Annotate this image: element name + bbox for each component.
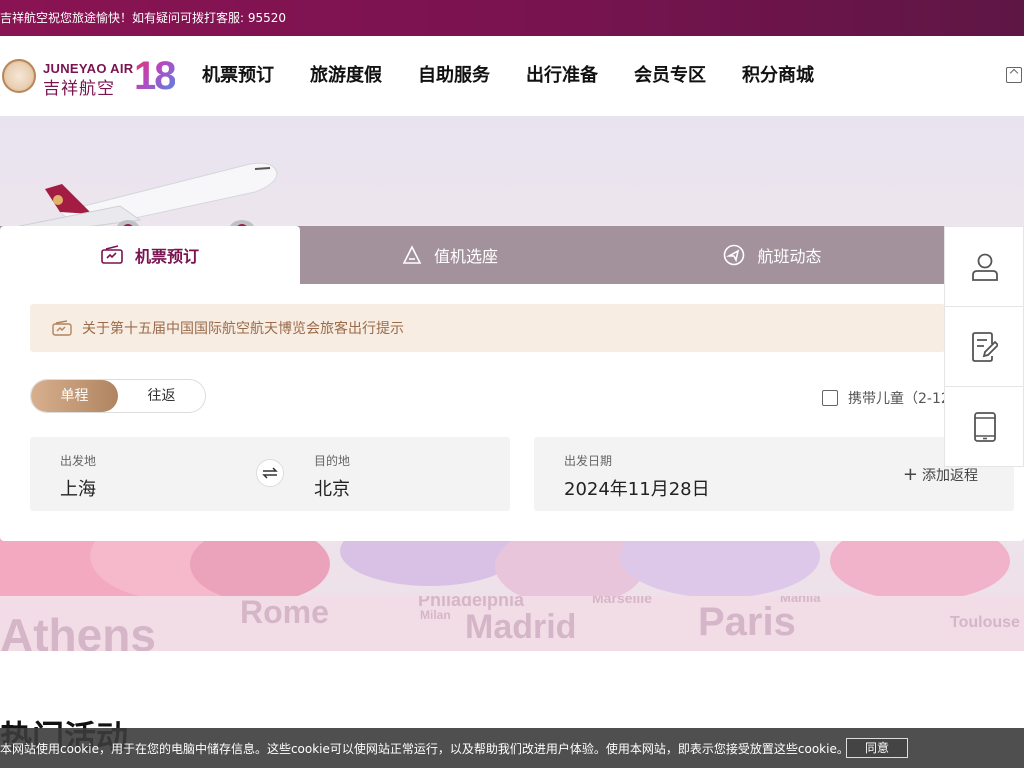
side-tool-edit[interactable]	[945, 307, 1024, 387]
anniversary-badge: 18	[134, 54, 176, 98]
cookie-accept-button[interactable]: 同意	[846, 738, 908, 758]
tab-label: 机票预订	[134, 247, 199, 266]
date-label: 出发日期	[564, 454, 613, 468]
swap-icon	[262, 467, 278, 479]
city-names-backdrop: Athens Rome Philadelphia Marseille Madri…	[0, 596, 1024, 651]
swap-cities-button[interactable]	[256, 459, 284, 487]
upload-icon[interactable]	[1006, 67, 1022, 83]
destination-label: 目的地	[314, 454, 351, 468]
site-logo[interactable]: JUNEYAO AIR 吉祥航空 18	[0, 54, 180, 99]
departure-date-input[interactable]: 2024年11月28日	[564, 475, 710, 501]
cookie-text: 本网站使用cookie，用于在您的电脑中储存信息。这些cookie可以使网站正常…	[0, 741, 849, 756]
add-return-button[interactable]: + 添加返程	[903, 465, 978, 485]
notice-ticket-icon	[52, 320, 72, 336]
child-option-label: 携带儿童（2-12	[848, 391, 950, 407]
city-text: Marseille	[592, 596, 652, 606]
origin-input[interactable]: 上海	[60, 475, 96, 501]
city-text: Athens	[0, 609, 156, 651]
child-option[interactable]: 携带儿童（2-12	[822, 388, 950, 408]
logo-emblem-icon	[2, 59, 36, 93]
city-text: Manila	[780, 596, 821, 605]
mobile-icon	[974, 412, 996, 442]
trip-round-trip[interactable]: 往返	[118, 380, 205, 412]
travel-notice[interactable]: 关于第十五届中国国际航空航天博览会旅客出行提示	[30, 304, 945, 352]
logo-chinese-name: 吉祥航空	[43, 79, 115, 99]
tab-flight-booking[interactable]: 机票预订	[0, 226, 300, 284]
flight-status-icon	[724, 244, 745, 266]
top-announcement-bar: 吉祥航空祝您旅途愉快！如有疑问可拨打客服: 95520	[0, 0, 1024, 36]
date-field: 出发日期 2024年11月28日 + 添加返程	[534, 437, 1014, 511]
nav-item-travel-prep[interactable]: 出行准备	[526, 36, 598, 116]
nav-item-self-service[interactable]: 自助服务	[418, 36, 490, 116]
trip-one-way[interactable]: 单程	[31, 380, 118, 412]
nav-item-membership[interactable]: 会员专区	[634, 36, 706, 116]
nav-item-holidays[interactable]: 旅游度假	[310, 36, 382, 116]
city-text: Toulouse	[950, 614, 1020, 631]
edit-note-icon	[972, 331, 998, 362]
notice-text: 关于第十五届中国国际航空航天博览会旅客出行提示	[82, 321, 404, 337]
plus-icon: +	[902, 464, 918, 485]
side-toolbar	[944, 226, 1024, 467]
site-header: JUNEYAO AIR 吉祥航空 18 机票预订 旅游度假 自助服务 出行准备 …	[0, 36, 1024, 116]
main-navigation: 机票预订 旅游度假 自助服务 出行准备 会员专区 积分商城	[202, 36, 850, 116]
tab-flight-status[interactable]: 航班动态	[600, 226, 945, 284]
tab-label: 值机选座	[433, 247, 498, 266]
tab-label: 航班动态	[757, 247, 822, 266]
booking-panel: 机票预订 值机选座 航班动态 关于第十五届中国国际航空航天博览会旅客出行提示 单…	[0, 226, 1024, 541]
ticket-icon	[101, 245, 123, 264]
city-text: Milan	[420, 608, 451, 622]
trip-type-toggle: 单程 往返	[30, 379, 206, 413]
seat-icon	[402, 245, 422, 264]
side-tool-user[interactable]	[945, 227, 1024, 307]
origin-label: 出发地	[60, 454, 97, 468]
city-text: Rome	[240, 596, 329, 630]
user-icon	[972, 253, 998, 281]
booking-tabs: 机票预订 值机选座 航班动态	[0, 226, 945, 284]
nav-item-flight-booking[interactable]: 机票预订	[202, 36, 274, 116]
side-tool-mobile[interactable]	[945, 387, 1024, 467]
cookie-consent-bar: 本网站使用cookie，用于在您的电脑中储存信息。这些cookie可以使网站正常…	[0, 728, 1024, 768]
nav-item-points-mall[interactable]: 积分商城	[742, 36, 814, 116]
add-return-label: 添加返程	[922, 468, 978, 484]
route-field: 出发地 上海 目的地 北京	[30, 437, 510, 511]
city-text: Paris	[698, 600, 796, 644]
city-text: Madrid	[465, 608, 577, 646]
tab-check-in[interactable]: 值机选座	[300, 226, 600, 284]
destination-input[interactable]: 北京	[314, 475, 350, 501]
announcement-text: 吉祥航空祝您旅途愉快！如有疑问可拨打客服: 95520	[0, 11, 287, 25]
child-checkbox[interactable]	[822, 390, 838, 406]
